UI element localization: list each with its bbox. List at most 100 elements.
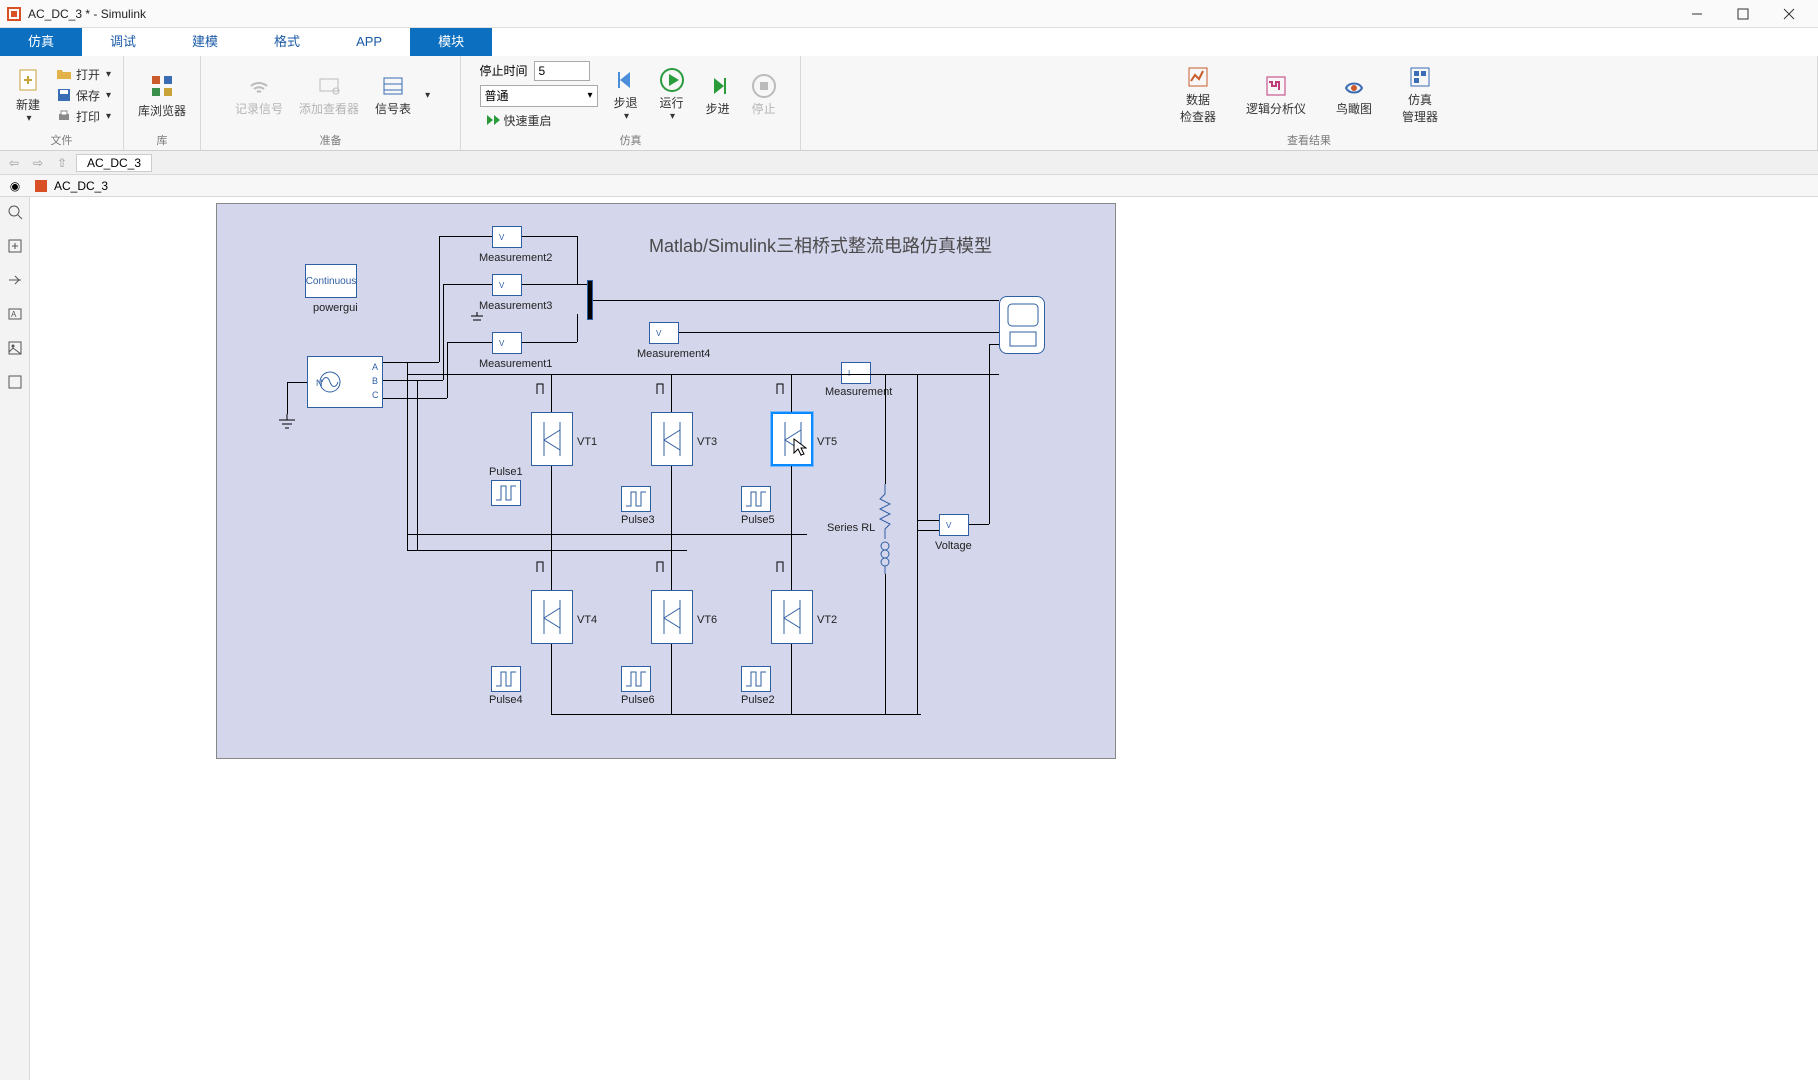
label-measurement: Measurement bbox=[825, 386, 892, 398]
step-back-icon bbox=[614, 68, 638, 92]
zoom-tool-button[interactable] bbox=[4, 201, 26, 223]
tab-app[interactable]: APP bbox=[328, 28, 410, 56]
block-measurement2[interactable]: V bbox=[492, 226, 522, 248]
prep-expand-button[interactable]: ▾ bbox=[421, 90, 432, 101]
maximize-button[interactable] bbox=[1720, 0, 1766, 28]
block-three-phase-source[interactable]: NABC bbox=[307, 356, 383, 408]
ribbon: 新建▾ 打开▾ 保存▾ 打印▾ 文件 库浏览器 库 记录信号 bbox=[0, 56, 1818, 151]
diagram-area[interactable]: Matlab/Simulink三相桥式整流电路仿真模型 Continuous p… bbox=[216, 203, 1116, 759]
hide-explorer-button[interactable]: ◉ bbox=[6, 177, 24, 195]
svg-text:A: A bbox=[11, 310, 17, 319]
stop-time-input[interactable] bbox=[534, 61, 590, 81]
label-pulse1: Pulse1 bbox=[489, 466, 523, 478]
block-ground-2[interactable] bbox=[469, 312, 485, 326]
nav-back-button[interactable]: ⇦ bbox=[4, 153, 24, 173]
gate-stub-icon bbox=[533, 558, 551, 572]
save-button[interactable]: 保存▾ bbox=[52, 86, 115, 105]
label-series-rl: Series RL bbox=[827, 522, 875, 534]
block-voltage[interactable]: V bbox=[939, 514, 969, 536]
library-browser-button[interactable]: 库浏览器 bbox=[132, 70, 192, 121]
signal-table-button[interactable]: 信号表 bbox=[369, 72, 417, 119]
tab-simulation[interactable]: 仿真 bbox=[0, 28, 82, 56]
block-powergui[interactable]: Continuous bbox=[305, 264, 357, 298]
bird-view-button[interactable]: 鸟瞰图 bbox=[1330, 72, 1378, 119]
ribbon-tabs: 仿真 调试 建模 格式 APP 模块 bbox=[0, 28, 1818, 56]
tab-debug[interactable]: 调试 bbox=[82, 28, 164, 56]
label-vt2: VT2 bbox=[817, 614, 837, 626]
label-pulse6: Pulse6 bbox=[621, 694, 655, 706]
svg-text:A: A bbox=[372, 362, 378, 372]
chevron-down-icon: ▾ bbox=[26, 113, 31, 124]
print-icon bbox=[56, 108, 72, 124]
toggle-perspective-button[interactable] bbox=[4, 269, 26, 291]
step-forward-button[interactable]: 步进 bbox=[700, 72, 736, 119]
side-toolbar: A bbox=[0, 197, 30, 1080]
new-icon bbox=[14, 66, 42, 94]
record-signal-button: 记录信号 bbox=[229, 72, 289, 119]
block-measurement1[interactable]: V bbox=[492, 332, 522, 354]
tab-format[interactable]: 格式 bbox=[246, 28, 328, 56]
block-measurement4[interactable]: V bbox=[649, 322, 679, 344]
block-measurement3[interactable]: V bbox=[492, 274, 522, 296]
cursor-icon bbox=[793, 438, 807, 456]
block-series-rl[interactable] bbox=[875, 484, 895, 574]
block-measurement[interactable]: I bbox=[841, 362, 871, 384]
ribbon-group-simulate: 停止时间 普通▾ 快速重启 步退▾ 运行▾ 步进 停止 仿真 bbox=[461, 56, 801, 150]
canvas[interactable]: Matlab/Simulink三相桥式整流电路仿真模型 Continuous p… bbox=[30, 197, 1818, 1080]
annotation-tool-button[interactable]: A bbox=[4, 303, 26, 325]
block-vt3[interactable] bbox=[651, 412, 693, 466]
block-ground[interactable] bbox=[277, 414, 297, 432]
nav-forward-button[interactable]: ⇨ bbox=[28, 153, 48, 173]
print-button[interactable]: 打印▾ bbox=[52, 107, 115, 126]
label-measurement3: Measurement3 bbox=[479, 300, 552, 312]
sim-manager-button[interactable]: 仿真 管理器 bbox=[1396, 63, 1444, 127]
play-icon bbox=[660, 68, 684, 92]
logic-analyzer-button[interactable]: 逻辑分析仪 bbox=[1240, 72, 1312, 119]
block-vt1[interactable] bbox=[531, 412, 573, 466]
stop-button: 停止 bbox=[746, 72, 782, 119]
block-vt5[interactable] bbox=[771, 412, 813, 466]
block-pulse2[interactable] bbox=[741, 666, 771, 692]
logic-analyzer-icon bbox=[1264, 74, 1288, 98]
label-vt5: VT5 bbox=[817, 436, 837, 448]
block-pulse4[interactable] bbox=[491, 666, 521, 692]
minimize-button[interactable] bbox=[1674, 0, 1720, 28]
block-pulse1[interactable] bbox=[491, 480, 521, 506]
block-vt2[interactable] bbox=[771, 590, 813, 644]
image-tool-button[interactable] bbox=[4, 337, 26, 359]
block-vt4[interactable] bbox=[531, 590, 573, 644]
label-pulse5: Pulse5 bbox=[741, 514, 775, 526]
new-button[interactable]: 新建▾ bbox=[8, 64, 48, 126]
label-vt3: VT3 bbox=[697, 436, 717, 448]
block-scope[interactable] bbox=[999, 296, 1045, 354]
model-name[interactable]: AC_DC_3 bbox=[54, 179, 108, 193]
breadcrumb-tab[interactable]: AC_DC_3 bbox=[76, 154, 152, 172]
run-button[interactable]: 运行▾ bbox=[654, 66, 690, 124]
block-pulse6[interactable] bbox=[621, 666, 651, 692]
nav-up-button[interactable]: ⇧ bbox=[52, 153, 72, 173]
tab-modeling[interactable]: 建模 bbox=[164, 28, 246, 56]
block-vt6[interactable] bbox=[651, 590, 693, 644]
tab-block[interactable]: 模块 bbox=[410, 28, 492, 56]
ribbon-group-file: 新建▾ 打开▾ 保存▾ 打印▾ 文件 bbox=[0, 56, 124, 150]
label-vt4: VT4 bbox=[577, 614, 597, 626]
svg-text:V: V bbox=[499, 281, 505, 290]
close-button[interactable] bbox=[1766, 0, 1812, 28]
label-pulse2: Pulse2 bbox=[741, 694, 775, 706]
area-tool-button[interactable] bbox=[4, 371, 26, 393]
step-back-button[interactable]: 步退▾ bbox=[608, 66, 644, 124]
fit-view-button[interactable] bbox=[4, 235, 26, 257]
svg-text:V: V bbox=[499, 233, 505, 242]
sim-mode-select[interactable]: 普通▾ bbox=[480, 85, 598, 107]
block-pulse3[interactable] bbox=[621, 486, 651, 512]
fast-restart-button[interactable]: 快速重启 bbox=[480, 111, 598, 130]
data-inspector-button[interactable]: 数据 检查器 bbox=[1174, 63, 1222, 127]
block-pulse5[interactable] bbox=[741, 486, 771, 512]
label-measurement1: Measurement1 bbox=[479, 358, 552, 370]
gate-stub-icon bbox=[653, 558, 671, 572]
ribbon-group-results: 数据 检查器 逻辑分析仪 鸟瞰图 仿真 管理器 查看结果 bbox=[801, 56, 1818, 150]
sim-manager-icon bbox=[1408, 65, 1432, 89]
open-button[interactable]: 打开▾ bbox=[52, 65, 115, 84]
label-measurement4: Measurement4 bbox=[637, 348, 710, 360]
save-icon bbox=[56, 87, 72, 103]
